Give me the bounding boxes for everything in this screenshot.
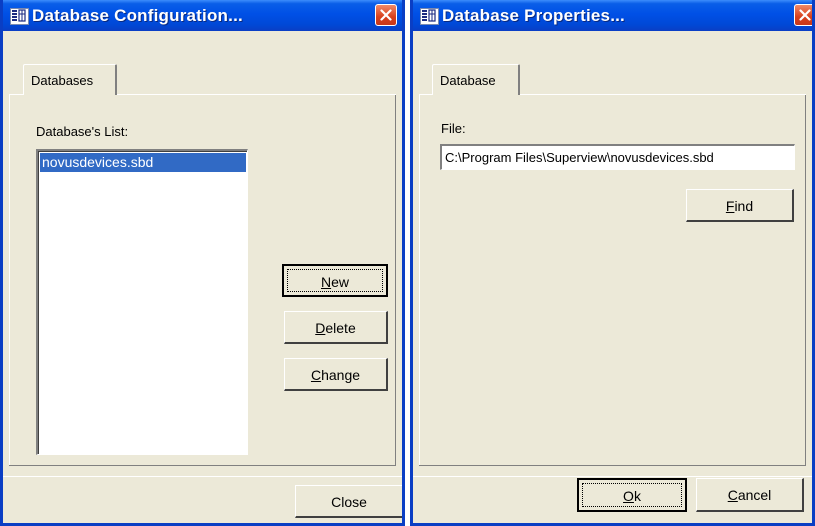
footer-separator bbox=[413, 476, 812, 477]
database-properties-window: Database Properties... Database bbox=[410, 0, 815, 526]
new-button[interactable]: New bbox=[282, 264, 388, 297]
tab-database[interactable]: Database bbox=[432, 64, 520, 95]
list-item[interactable]: novusdevices.sbd bbox=[40, 153, 246, 172]
ok-button-label: Ok bbox=[623, 488, 641, 504]
database-listbox[interactable]: novusdevices.sbd bbox=[36, 149, 248, 455]
cancel-button-label: Cancel bbox=[727, 487, 772, 503]
change-button[interactable]: Change bbox=[284, 358, 388, 391]
file-path-field[interactable]: C:\Program Files\Superview\novusdevices.… bbox=[440, 144, 795, 170]
window-title: Database Properties... bbox=[442, 6, 625, 25]
ok-button[interactable]: Ok bbox=[577, 478, 687, 512]
database-list-label: Database's List: bbox=[36, 124, 129, 139]
change-button-label: Change bbox=[310, 367, 361, 383]
panel-border-left bbox=[9, 95, 10, 465]
database-configuration-window: Database Configuration... Databases Data… bbox=[0, 0, 405, 526]
find-button-label: Find bbox=[725, 198, 754, 214]
delete-button-label: Delete bbox=[315, 320, 356, 336]
database-app-icon bbox=[420, 8, 439, 25]
database-app-icon bbox=[10, 8, 29, 25]
panel-border-bottom bbox=[419, 465, 806, 466]
close-button-label: Close bbox=[331, 494, 367, 510]
title-bar[interactable]: Database Configuration... bbox=[3, 0, 402, 31]
panel-border-bottom bbox=[9, 465, 396, 466]
close-button[interactable]: Close bbox=[295, 485, 402, 518]
find-button[interactable]: Find bbox=[686, 189, 794, 222]
window-title: Database Configuration... bbox=[32, 6, 243, 25]
cancel-button[interactable]: Cancel bbox=[696, 478, 804, 512]
file-label: File: bbox=[441, 121, 466, 136]
footer-separator bbox=[3, 476, 402, 477]
tab-databases[interactable]: Databases bbox=[23, 64, 117, 95]
panel-border-left bbox=[419, 95, 420, 465]
title-bar[interactable]: Database Properties... bbox=[413, 0, 812, 31]
panel-border-right bbox=[395, 95, 396, 465]
delete-button[interactable]: Delete bbox=[284, 311, 388, 344]
panel-border-right bbox=[805, 95, 806, 465]
new-button-label: New bbox=[320, 274, 350, 290]
close-icon[interactable] bbox=[375, 4, 397, 26]
close-icon[interactable] bbox=[794, 4, 812, 26]
